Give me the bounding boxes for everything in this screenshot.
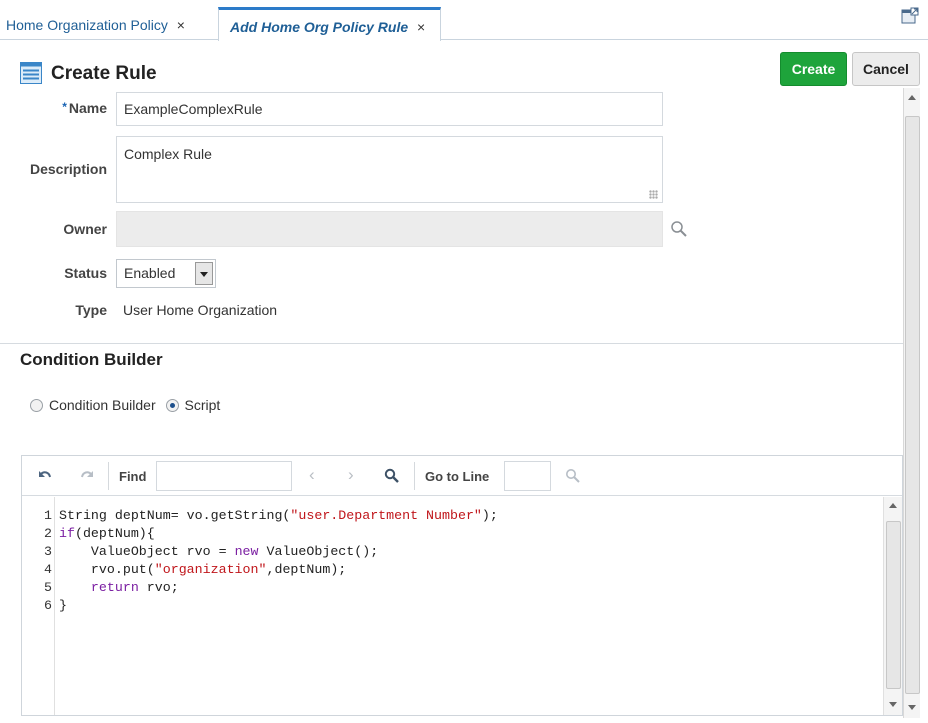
go-to-line-input[interactable]: [504, 461, 551, 491]
line-number: 2: [44, 526, 52, 541]
undo-icon[interactable]: [37, 468, 53, 484]
type-value: User Home Organization: [123, 302, 278, 318]
radio-condition-builder[interactable]: [30, 399, 43, 412]
chevron-down-icon[interactable]: [195, 262, 213, 285]
toolbar-separator: [108, 462, 109, 490]
tab-label: Add Home Org Policy Rule: [230, 19, 409, 35]
scroll-down-icon[interactable]: [889, 702, 897, 707]
list-icon: [20, 62, 42, 84]
find-previous-icon[interactable]: ‹: [309, 465, 315, 485]
line-number: 5: [44, 580, 52, 595]
tab-bar: Home Organization Policy × Add Home Org …: [0, 0, 928, 41]
scroll-up-icon[interactable]: [889, 503, 897, 508]
script-editor: Find ‹ › Go to Line 1 2 3 4 5 6 String d…: [21, 455, 903, 716]
scroll-up-icon[interactable]: [908, 95, 916, 100]
code-area[interactable]: 1 2 3 4 5 6 String deptNum= vo.getString…: [22, 497, 902, 715]
line-number: 3: [44, 544, 52, 559]
scroll-thumb[interactable]: [905, 116, 920, 694]
tab-label: Home Organization Policy: [6, 17, 168, 33]
name-label: * Name: [62, 100, 107, 116]
redo-icon[interactable]: [79, 468, 95, 484]
create-button[interactable]: Create: [780, 52, 847, 86]
scroll-down-icon[interactable]: [908, 705, 916, 710]
status-select[interactable]: Enabled: [116, 259, 216, 288]
section-divider: [0, 343, 903, 344]
cancel-button[interactable]: Cancel: [852, 52, 920, 86]
go-to-line-search-icon[interactable]: [565, 468, 581, 484]
line-number: 1: [44, 508, 52, 523]
close-icon[interactable]: ×: [177, 17, 185, 33]
scroll-thumb[interactable]: [886, 521, 901, 689]
line-number: 4: [44, 562, 52, 577]
status-label: Status: [64, 265, 107, 281]
detach-window-icon[interactable]: [901, 7, 919, 25]
search-icon[interactable]: [670, 220, 690, 240]
code-line: }: [59, 598, 67, 613]
editor-scrollbar[interactable]: [883, 497, 902, 715]
find-input[interactable]: [156, 461, 292, 491]
code-line: return rvo;: [90, 580, 179, 595]
code-line: rvo.put("organization",deptNum);: [59, 562, 347, 577]
description-field[interactable]: Complex Rule: [116, 136, 663, 203]
search-icon[interactable]: [384, 468, 400, 484]
radio-script[interactable]: [165, 399, 179, 412]
description-text: Complex Rule: [124, 146, 212, 162]
line-number: 6: [44, 598, 52, 613]
name-field[interactable]: ExampleComplexRule: [116, 92, 663, 126]
condition-mode-radio-group: Condition Builder Script: [30, 397, 226, 413]
radio-label: Condition Builder: [49, 397, 156, 413]
code-line: String deptNum= vo.getString("user.Depar…: [59, 508, 498, 523]
code-line: ValueObject rvo = new ValueObject();: [59, 544, 379, 559]
go-to-line-label: Go to Line: [425, 469, 490, 484]
line-number-gutter: 1 2 3 4 5 6: [22, 497, 55, 715]
editor-toolbar: Find ‹ › Go to Line: [22, 456, 902, 496]
radio-label: Script: [184, 397, 221, 413]
owner-label: Owner: [63, 221, 107, 237]
toolbar-separator: [414, 462, 415, 490]
find-next-icon[interactable]: ›: [348, 465, 354, 485]
section-title: Condition Builder: [20, 350, 163, 369]
find-label: Find: [119, 469, 147, 484]
required-marker: *: [62, 100, 67, 114]
page-scrollbar[interactable]: [903, 88, 920, 718]
close-icon[interactable]: ×: [417, 19, 425, 35]
code-line: if(deptNum){: [59, 526, 155, 541]
owner-field[interactable]: [116, 211, 663, 247]
tab-add-home-org-policy-rule[interactable]: Add Home Org Policy Rule ×: [218, 7, 441, 41]
status-value: Enabled: [124, 265, 176, 281]
description-label: Description: [29, 161, 107, 177]
page-title: Create Rule: [51, 63, 157, 84]
type-label: Type: [75, 302, 107, 318]
tab-home-organization-policy[interactable]: Home Organization Policy ×: [6, 10, 185, 40]
resize-grip-icon[interactable]: [649, 190, 658, 199]
